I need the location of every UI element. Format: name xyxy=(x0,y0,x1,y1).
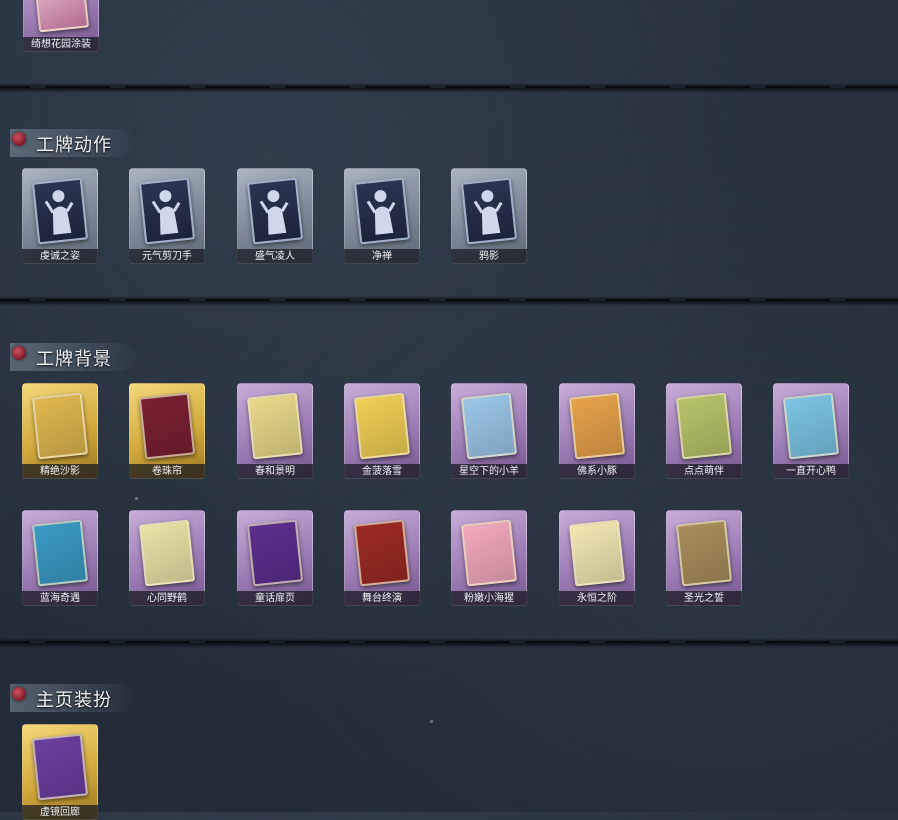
card-art xyxy=(138,519,196,587)
card-art xyxy=(568,519,626,587)
collection-card[interactable]: 永恒之阶 xyxy=(559,510,635,606)
card-label: 心同野鹤 xyxy=(129,591,205,606)
card-label: 虚镜回廊 xyxy=(22,805,98,820)
card-label: 虔诚之姿 xyxy=(22,249,98,264)
collection-card[interactable]: 心同野鹤 xyxy=(129,510,205,606)
card-art xyxy=(246,177,304,245)
top-card[interactable]: 绮想花园涂装 xyxy=(23,0,99,52)
section-divider xyxy=(0,83,898,93)
background-speck xyxy=(430,720,433,723)
card-label: 鸦影 xyxy=(451,249,527,264)
card-label: 童话扉页 xyxy=(237,591,313,606)
card-label: 精绝沙影 xyxy=(22,464,98,479)
pose-silhouette-icon xyxy=(151,190,181,235)
collection-card[interactable]: 粉嫩小海猩 xyxy=(451,510,527,606)
pose-silhouette-icon xyxy=(473,190,503,235)
card-label: 星空下的小羊 xyxy=(451,464,527,479)
pin-icon xyxy=(12,132,26,146)
card-label: 一直开心鸭 xyxy=(773,464,849,479)
card-art xyxy=(353,519,411,587)
pose-silhouette-icon xyxy=(366,190,396,235)
collection-card[interactable]: 鸦影 xyxy=(451,168,527,264)
collection-card[interactable]: 舞台终演 xyxy=(344,510,420,606)
card-art xyxy=(246,392,304,460)
collection-card[interactable]: 卷珠帘 xyxy=(129,383,205,479)
card-art xyxy=(353,177,411,245)
card-label: 永恒之阶 xyxy=(559,591,635,606)
pin-icon xyxy=(12,687,26,701)
collection-card[interactable]: 金菠落雪 xyxy=(344,383,420,479)
card-art xyxy=(460,392,518,460)
collection-card[interactable]: 盛气凌人 xyxy=(237,168,313,264)
card-art xyxy=(31,392,89,460)
card-art xyxy=(32,0,90,33)
collection-card[interactable]: 点点萌伴 xyxy=(666,383,742,479)
card-label: 绮想花园涂装 xyxy=(23,37,99,52)
card-art xyxy=(460,177,518,245)
section-divider xyxy=(0,638,898,648)
pose-silhouette-icon xyxy=(44,190,74,235)
card-art xyxy=(675,519,733,587)
section-title: 工牌背景 xyxy=(36,349,112,370)
card-label: 点点萌伴 xyxy=(666,464,742,479)
collection-card[interactable]: 净禅 xyxy=(344,168,420,264)
pin-icon xyxy=(12,346,26,360)
collection-card[interactable]: 童话扉页 xyxy=(237,510,313,606)
section-title: 主页装扮 xyxy=(36,690,112,711)
card-label: 圣光之誓 xyxy=(666,591,742,606)
collection-card[interactable]: 春和景明 xyxy=(237,383,313,479)
section-divider xyxy=(0,296,898,306)
card-label: 佛系小豚 xyxy=(559,464,635,479)
card-label: 净禅 xyxy=(344,249,420,264)
card-label: 金菠落雪 xyxy=(344,464,420,479)
card-art xyxy=(138,392,196,460)
collection-card[interactable]: 精绝沙影 xyxy=(22,383,98,479)
card-label: 元气剪刀手 xyxy=(129,249,205,264)
collection-card[interactable]: 星空下的小羊 xyxy=(451,383,527,479)
collection-card[interactable]: 虚镜回廊 xyxy=(22,724,98,820)
card-art xyxy=(675,392,733,460)
card-label: 盛气凌人 xyxy=(237,249,313,264)
card-art xyxy=(782,392,840,460)
collection-card[interactable]: 元气剪刀手 xyxy=(129,168,205,264)
pose-silhouette-icon xyxy=(259,190,289,235)
card-art xyxy=(246,519,304,587)
section-title: 工牌动作 xyxy=(36,135,112,156)
card-art xyxy=(31,519,89,587)
card-label: 春和景明 xyxy=(237,464,313,479)
card-label: 蓝海奇遇 xyxy=(22,591,98,606)
card-art xyxy=(138,177,196,245)
background-speck xyxy=(135,497,138,500)
section-header-backgrounds: 工牌背景 xyxy=(10,343,140,371)
card-label: 舞台终演 xyxy=(344,591,420,606)
card-art xyxy=(31,177,89,245)
card-label: 粉嫩小海猩 xyxy=(451,591,527,606)
collection-card[interactable]: 圣光之誓 xyxy=(666,510,742,606)
card-art xyxy=(31,733,89,801)
collection-card[interactable]: 一直开心鸭 xyxy=(773,383,849,479)
section-header-home: 主页装扮 xyxy=(10,684,140,712)
card-art xyxy=(460,519,518,587)
card-label: 卷珠帘 xyxy=(129,464,205,479)
collection-card[interactable]: 佛系小豚 xyxy=(559,383,635,479)
card-art xyxy=(568,392,626,460)
collection-card[interactable]: 蓝海奇遇 xyxy=(22,510,98,606)
section-header-actions: 工牌动作 xyxy=(10,129,140,157)
collection-card[interactable]: 虔诚之姿 xyxy=(22,168,98,264)
card-art xyxy=(353,392,411,460)
